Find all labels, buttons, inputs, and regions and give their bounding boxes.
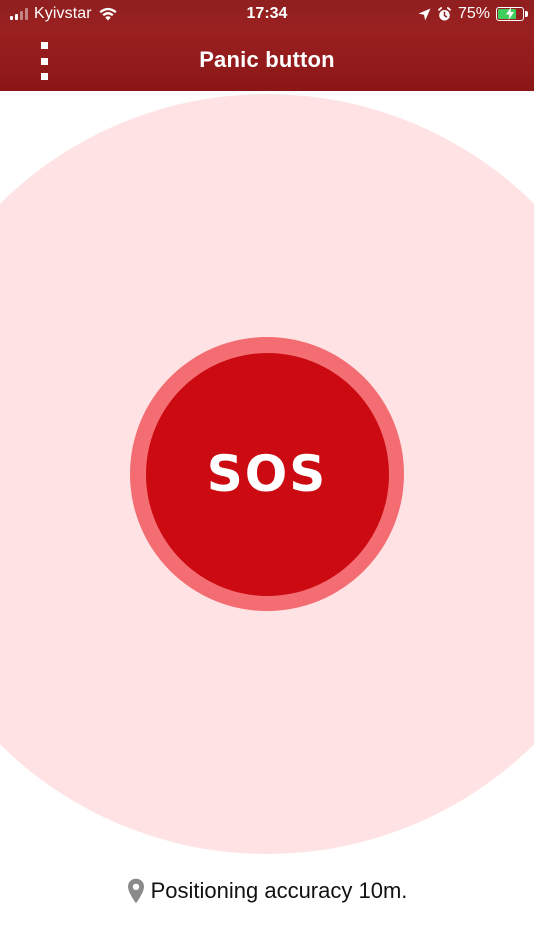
status-right: 75% xyxy=(418,5,528,23)
battery-percent: 75% xyxy=(457,5,490,22)
accuracy-text: Positioning accuracy 10m. xyxy=(150,878,408,903)
alarm-icon xyxy=(438,6,451,21)
battery-charging-icon xyxy=(496,7,528,21)
nav-header: Panic button xyxy=(0,30,534,91)
location-pin-icon xyxy=(127,878,144,904)
page-title: Panic button xyxy=(199,47,335,72)
main-content: SOS xyxy=(0,91,534,950)
positioning-accuracy: Positioning accuracy 10m. xyxy=(0,878,534,904)
sos-button[interactable]: SOS xyxy=(145,352,389,596)
charging-bolt-icon xyxy=(506,7,514,20)
menu-dot xyxy=(40,73,48,80)
battery-tip xyxy=(525,11,528,17)
status-bar: Kyivstar 17:34 75% xyxy=(0,0,534,30)
location-arrow-icon xyxy=(418,8,431,20)
app-header-bar: Kyivstar 17:34 75% Panic button xyxy=(0,0,534,91)
